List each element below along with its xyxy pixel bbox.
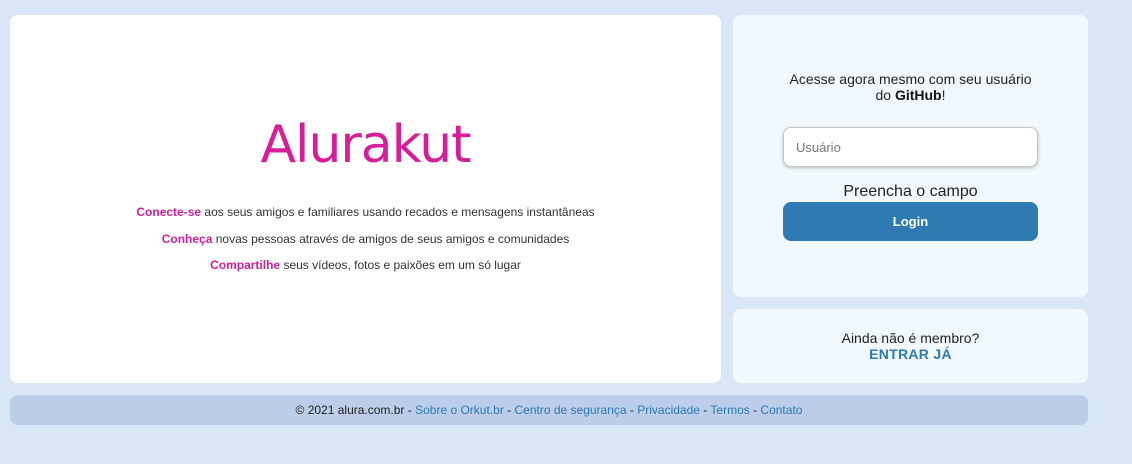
welcome-panel: Alurakut Conecte-se aos seus amigos e fa… [10,15,721,383]
signup-question: Ainda não é membro? [841,330,980,346]
login-panel: Acesse agora mesmo com seu usuário do Gi… [733,15,1088,297]
username-input[interactable] [783,127,1038,167]
feature-meet: Conheça novas pessoas através de amigos … [10,232,721,246]
signup-panel: Ainda não é membro? ENTRAR JÁ [733,309,1088,383]
login-prompt-github: GitHub [894,87,942,103]
feature-share: Compartilhe seus vídeos, fotos e paixões… [10,258,721,272]
footer-copyright: © 2021 alura.com.br [295,403,405,417]
feature-connect-text: aos seus amigos e familiares usando reca… [201,205,595,219]
feature-share-text: seus vídeos, fotos e paixões em um só lu… [280,258,521,272]
footer-separator: - [626,403,638,417]
alurakut-logo: Alurakut [260,115,471,175]
feature-connect-highlight: Conecte-se [136,205,202,219]
feature-meet-text: novas pessoas através de amigos de seus … [212,232,570,246]
login-prompt: Acesse agora mesmo com seu usuário do Gi… [733,71,1088,103]
footer-separator: - [749,403,761,417]
footer-link-privacy[interactable]: Privacidade [637,403,700,417]
footer-link-security[interactable]: Centro de segurança [515,403,627,417]
feature-share-highlight: Compartilhe [210,258,281,272]
footer-separator: - [503,403,515,417]
login-prompt-line1: Acesse agora mesmo com seu usuário [789,71,1032,87]
login-prompt-prefix: do [875,87,895,103]
login-button[interactable]: Login [783,202,1038,241]
footer-link-terms[interactable]: Termos [710,403,749,417]
footer-separator: - [699,403,711,417]
footer-link-contact[interactable]: Contato [760,403,802,417]
login-prompt-suffix: ! [941,87,946,103]
footer: © 2021 alura.com.br - Sobre o Orkut.br -… [10,395,1088,425]
feature-connect: Conecte-se aos seus amigos e familiares … [10,205,721,219]
footer-separator: - [404,403,416,417]
field-required-hint: Preencha o campo [843,183,978,200]
signup-link[interactable]: ENTRAR JÁ [733,346,1088,362]
footer-link-about[interactable]: Sobre o Orkut.br [415,403,504,417]
feature-meet-highlight: Conheça [161,232,213,246]
